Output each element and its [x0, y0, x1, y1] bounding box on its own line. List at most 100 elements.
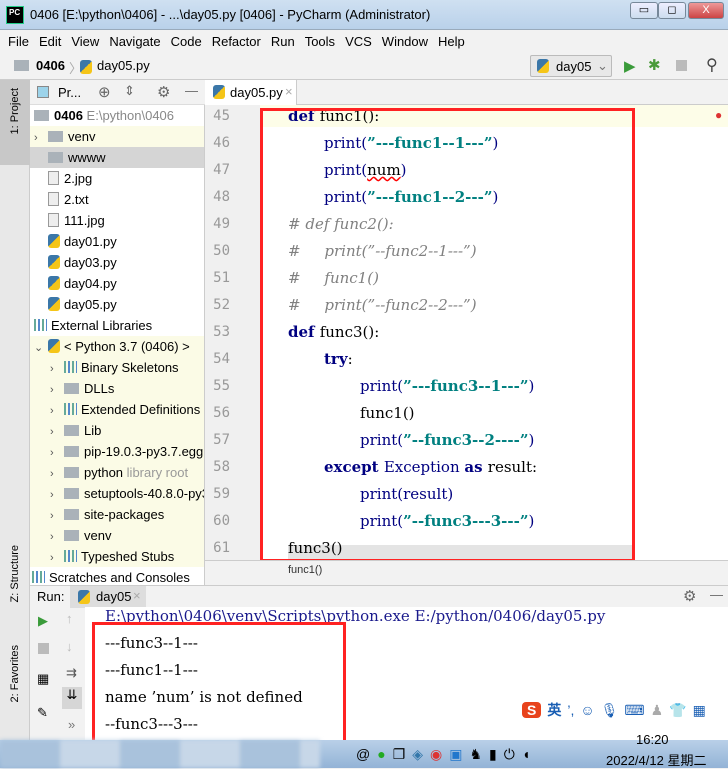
tree-item[interactable]: 111.jpg — [30, 210, 204, 231]
menu-navigate[interactable]: Navigate — [109, 34, 160, 49]
tree-item[interactable]: wwww — [30, 147, 204, 168]
stop-icon[interactable] — [676, 60, 687, 71]
menu-edit[interactable]: Edit — [39, 34, 61, 49]
menu-view[interactable]: View — [71, 34, 99, 49]
qq-mail-icon[interactable]: @ — [356, 746, 370, 763]
tree-item[interactable]: day05.py — [30, 294, 204, 315]
ime-mode[interactable]: 英 — [547, 700, 561, 720]
close-button[interactable]: X — [688, 2, 724, 19]
run-config-select[interactable]: day05 ⌄ — [530, 55, 612, 77]
minimize-button[interactable]: ▭ — [630, 2, 658, 19]
tree-item[interactable]: day01.py — [30, 231, 204, 252]
soft-wrap-icon[interactable]: ⇉ — [66, 665, 77, 681]
hide-icon[interactable]: — — [185, 83, 198, 98]
chevron-right-icon[interactable]: › — [50, 401, 64, 422]
emoji-icon[interactable]: ☺ — [580, 702, 594, 718]
chevron-right-icon[interactable]: › — [50, 485, 64, 506]
structure-tool-button[interactable]: Z: Structure — [9, 545, 21, 602]
breadcrumb-project[interactable]: 0406 — [36, 58, 65, 73]
gear-icon[interactable]: ⚙ — [683, 587, 696, 605]
run-tab-day05[interactable]: day05 × — [70, 586, 146, 608]
chevron-right-icon[interactable]: › — [50, 422, 64, 443]
stop-icon[interactable] — [38, 643, 49, 654]
tree-item[interactable]: › pip-19.0.3-py3.7.egg — [30, 441, 204, 462]
layout-icon[interactable]: ▦ — [37, 671, 49, 687]
user-icon[interactable]: ♟ — [651, 702, 664, 719]
copy-icon[interactable]: ❐ — [393, 746, 406, 763]
chevron-down-icon[interactable]: ⌄ — [34, 338, 48, 359]
tree-item[interactable]: › DLLs — [30, 378, 204, 399]
tree-item[interactable]: 2.jpg — [30, 168, 204, 189]
run-icon[interactable]: ▶ — [624, 57, 636, 75]
debug-icon[interactable]: ✱ — [648, 56, 661, 74]
chevron-right-icon[interactable]: › — [50, 548, 64, 569]
menu-refactor[interactable]: Refactor — [212, 34, 261, 49]
tree-item[interactable]: › site-packages — [30, 504, 204, 525]
project-view-select[interactable]: Pr... — [58, 85, 81, 100]
wechat-icon[interactable]: ● — [377, 746, 385, 763]
scroll-to-end-icon[interactable]: ⇊ — [62, 687, 82, 709]
close-tab-icon[interactable]: × — [133, 588, 141, 603]
input-icon[interactable]: ▣ — [449, 746, 462, 763]
hide-icon[interactable]: — — [710, 587, 723, 602]
keyboard-icon[interactable]: ⌨ — [624, 702, 644, 719]
menu-vcs[interactable]: VCS — [345, 34, 372, 49]
clock-time[interactable]: 16:20 — [636, 732, 669, 747]
chevron-right-icon[interactable]: › — [50, 506, 64, 527]
chrome-icon[interactable]: ◉ — [430, 746, 442, 763]
menu-run[interactable]: Run — [271, 34, 295, 49]
rerun-icon[interactable]: ▶ — [38, 613, 48, 629]
chevron-right-icon[interactable]: › — [50, 443, 64, 464]
gear-icon[interactable]: ⚙ — [157, 83, 170, 101]
clock-date[interactable]: 2022/4/12 星期二 — [606, 750, 706, 769]
tree-item[interactable]: › Extended Definitions — [30, 399, 204, 420]
skin-icon[interactable]: 👕 — [669, 702, 686, 719]
error-indicator-icon[interactable]: ● — [715, 108, 722, 122]
chevron-right-icon[interactable]: › — [34, 128, 48, 149]
search-icon[interactable]: ⚲ — [706, 55, 718, 75]
project-tool-button[interactable]: 1: Project — [0, 80, 30, 165]
more-icon[interactable]: » — [68, 717, 75, 732]
collapse-all-icon[interactable]: ⇕ — [124, 83, 135, 99]
network-icon[interactable]: ▮ — [489, 746, 497, 763]
tree-item[interactable]: › venv — [30, 525, 204, 546]
tree-root[interactable]: 0406 E:\python\0406 — [30, 105, 204, 126]
favorites-tool-button[interactable]: 2: Favorites — [9, 645, 21, 702]
menu-tools[interactable]: Tools — [305, 34, 335, 49]
tree-item[interactable]: day04.py — [30, 273, 204, 294]
tree-item-external-libraries[interactable]: External Libraries — [30, 315, 204, 336]
tree-item[interactable]: day03.py — [30, 252, 204, 273]
pin-icon[interactable]: ✎ — [37, 705, 48, 721]
punctuation-icon[interactable]: ’, — [567, 702, 574, 718]
tree-item[interactable]: › Lib — [30, 420, 204, 441]
menu-file[interactable]: File — [8, 34, 29, 49]
chevron-right-icon[interactable]: › — [50, 527, 64, 548]
menu-code[interactable]: Code — [171, 34, 202, 49]
tree-item[interactable]: 2.txt — [30, 189, 204, 210]
chevron-right-icon[interactable]: › — [50, 464, 64, 485]
app-icon[interactable]: ♞ — [469, 746, 482, 763]
down-icon[interactable]: ↓ — [66, 639, 73, 654]
restore-button[interactable]: ◻ — [658, 2, 686, 19]
sogou-icon[interactable]: S — [522, 702, 542, 718]
up-icon[interactable]: ↑ — [66, 611, 73, 626]
tab-day05[interactable]: day05.py × — [205, 80, 297, 105]
volume-icon[interactable]: ◖ — [522, 746, 530, 763]
tree-item[interactable]: › venv — [30, 126, 204, 147]
menu-window[interactable]: Window — [382, 34, 428, 49]
microphone-icon[interactable]: 🎙 — [601, 702, 619, 719]
menu-help[interactable]: Help — [438, 34, 465, 49]
tree-item[interactable]: › setuptools-40.8.0-py3.7.egg — [30, 483, 204, 504]
app-icon[interactable]: ◈ — [412, 746, 423, 763]
power-icon[interactable]: ⏻ — [504, 746, 515, 763]
toolbox-icon[interactable]: ▦ — [693, 702, 706, 719]
chevron-right-icon[interactable]: › — [50, 380, 64, 401]
tree-item[interactable]: › python library root — [30, 462, 204, 483]
tree-item-sdk[interactable]: ⌄ < Python 3.7 (0406) > — [30, 336, 204, 357]
locate-icon[interactable]: ⊕ — [98, 83, 111, 101]
chevron-right-icon[interactable]: › — [50, 359, 64, 380]
tree-item[interactable]: › Typeshed Stubs — [30, 546, 204, 567]
close-tab-icon[interactable]: × — [285, 84, 293, 99]
taskbar-apps[interactable] — [0, 740, 320, 768]
editor-breadcrumb[interactable]: func1() — [205, 560, 728, 582]
